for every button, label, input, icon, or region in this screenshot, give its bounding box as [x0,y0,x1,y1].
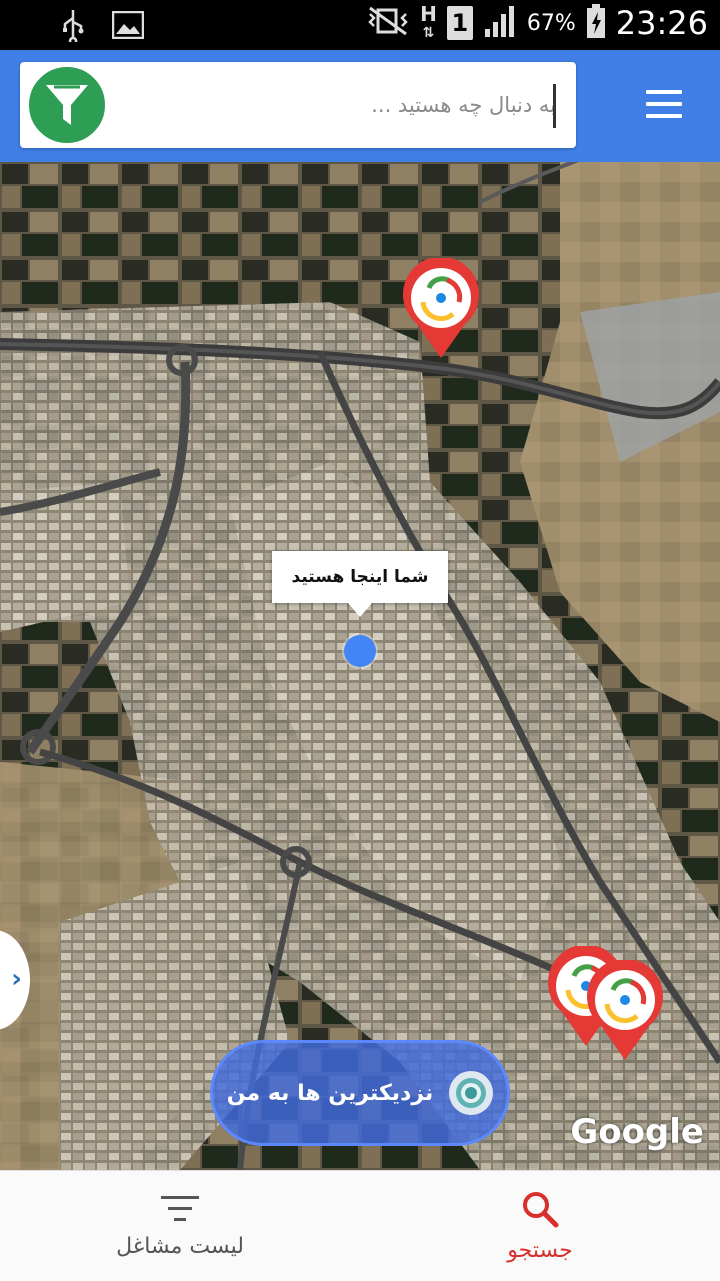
you-are-here-callout: شما اینجا هستید [272,551,448,617]
nav-business-list-label: لیست مشاغل [116,1233,244,1259]
clock: 23:26 [615,4,708,42]
current-location-dot[interactable] [344,635,376,667]
search-box [20,62,576,148]
sim-slot-label: 1 [451,9,469,37]
nearest-to-me-button[interactable]: نزدیکترین ها به من [210,1040,510,1146]
business-map-pin[interactable] [585,958,665,1062]
location-target-icon [449,1071,494,1115]
funnel-icon [46,85,88,125]
nav-search[interactable]: جستجو [360,1171,720,1281]
text-cursor [553,84,556,128]
sim-1-icon: 1 [446,6,473,40]
nav-business-list[interactable]: لیست مشاغل [0,1171,360,1281]
network-h-icon: H ⇅ [420,4,437,41]
status-bar: H ⇅ 1 67% 23:26 [0,0,720,50]
you-are-here-label: شما اینجا هستید [291,567,429,587]
search-icon [523,1191,559,1227]
list-filter-icon [161,1195,199,1221]
filter-button[interactable] [26,64,108,146]
google-attribution: Google [570,1112,704,1152]
usb-icon [60,8,86,46]
signal-icon [483,5,517,41]
map-view[interactable]: شما اینجا هستید نزدیکترین ها به من › Goo… [0,162,720,1170]
nav-search-label: جستجو [507,1237,573,1263]
app-bar [0,50,720,162]
nearest-to-me-label: نزدیکترین ها به من [226,1080,434,1106]
network-type-label: H [420,1,437,26]
business-map-pin[interactable] [401,256,481,360]
bottom-navigation: لیست مشاغل جستجو [0,1170,720,1281]
hamburger-menu-icon[interactable] [646,90,682,118]
image-icon [111,10,145,43]
chevron-right-icon: › [11,964,22,994]
data-arrows-icon: ⇅ [422,24,435,41]
mute-vibrate-icon [366,6,410,40]
battery-percent: 67% [526,10,576,36]
battery-charging-icon [586,4,606,42]
search-input[interactable] [134,82,558,128]
